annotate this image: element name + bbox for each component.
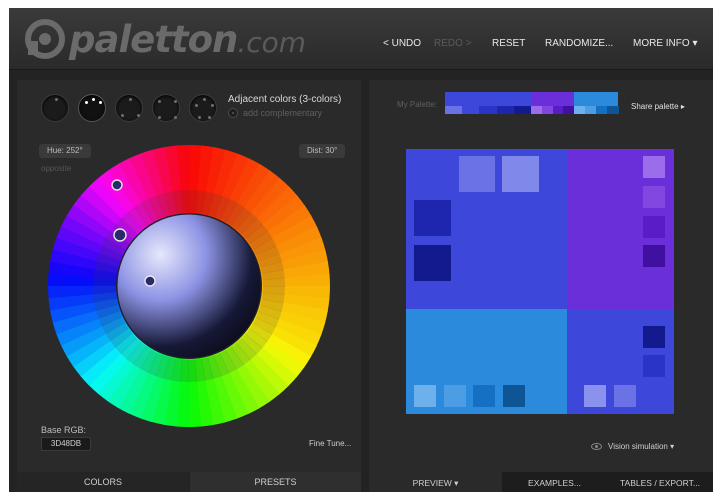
primary-small-dark-swatch[interactable]: [643, 355, 665, 377]
preview-panel: My Palette: Share palette ▸ Vision simul…: [369, 80, 713, 472]
add-complementary-toggle[interactable]: add complementary: [228, 108, 322, 118]
color-wheel[interactable]: [46, 143, 332, 429]
adjacent-scheme-icon[interactable]: [78, 94, 106, 122]
primary-small-medium-swatch[interactable]: [614, 385, 636, 407]
palette-shade-swatch[interactable]: [574, 106, 586, 114]
palette-shade-swatch[interactable]: [596, 106, 608, 114]
more-info-menu[interactable]: MORE INFO ▾: [633, 38, 697, 49]
randomize-button[interactable]: RANDOMIZE...: [545, 38, 613, 49]
secondary-1-dark-swatch[interactable]: [643, 216, 665, 238]
mini-palette[interactable]: [445, 92, 619, 114]
tab-presets[interactable]: PRESETS: [189, 472, 361, 492]
right-tabs: PREVIEW ▾ EXAMPLES... TABLES / EXPORT...: [369, 472, 713, 492]
free-style-scheme-icon[interactable]: [189, 94, 217, 122]
paletton-app: paletton .com < UNDO REDO > RESET RANDOM…: [9, 8, 713, 492]
share-palette-button[interactable]: Share palette ▸: [631, 102, 685, 111]
header-bar: paletton .com < UNDO REDO > RESET RANDOM…: [9, 8, 713, 70]
tab-preview[interactable]: PREVIEW ▾: [369, 472, 502, 492]
reset-button[interactable]: RESET: [492, 38, 525, 49]
secondary-2-medium-swatch[interactable]: [444, 385, 466, 407]
add-complementary-label: add complementary: [243, 108, 323, 118]
color-wheel-panel: Adjacent colors (3-colors) add complemen…: [17, 80, 361, 492]
secondary-2-darker-swatch[interactable]: [503, 385, 525, 407]
primary-hue-handle[interactable]: [113, 228, 127, 242]
palette-swatch[interactable]: [574, 92, 618, 106]
base-rgb-input[interactable]: 3D48DB: [41, 437, 91, 451]
palette-shade-swatch[interactable]: [552, 106, 564, 114]
undo-button[interactable]: < UNDO: [383, 38, 421, 49]
palette-swatch[interactable]: [531, 92, 574, 106]
fine-tune-button[interactable]: Fine Tune...: [309, 439, 351, 448]
redo-button[interactable]: REDO >: [434, 38, 472, 49]
secondary-1-darker-swatch[interactable]: [643, 245, 665, 267]
mono-scheme-icon[interactable]: [41, 94, 69, 122]
palette-swatch[interactable]: [445, 92, 531, 106]
vision-simulation-menu[interactable]: Vision simulation ▾: [591, 442, 674, 451]
palette-shade-swatch[interactable]: [607, 106, 619, 114]
palette-shade-swatch[interactable]: [479, 106, 498, 114]
tab-examples[interactable]: EXAMPLES...: [502, 472, 607, 492]
primary-lighter-swatch[interactable]: [502, 156, 539, 192]
palette-shade-swatch[interactable]: [513, 106, 532, 114]
palette-shade-swatch[interactable]: [445, 106, 463, 114]
base-rgb-label: Base RGB:: [41, 425, 87, 435]
top-navigation: < UNDO REDO > RESET RANDOMIZE... MORE IN…: [9, 38, 713, 52]
secondary-2-light-swatch[interactable]: [414, 385, 436, 407]
my-palette-label: My Palette:: [397, 100, 438, 109]
palette-shade-swatch[interactable]: [531, 106, 543, 114]
triad-scheme-icon[interactable]: [115, 94, 143, 122]
scheme-title: Adjacent colors (3-colors): [228, 94, 342, 105]
secondary-1-medium-swatch[interactable]: [643, 186, 665, 208]
palette-shade-swatch[interactable]: [462, 106, 480, 114]
primary-small-darker-swatch[interactable]: [643, 326, 665, 348]
secondary-1-light-swatch[interactable]: [643, 156, 665, 178]
palette-shade-swatch[interactable]: [541, 106, 553, 114]
saturation-disc[interactable]: [117, 214, 261, 358]
palette-preview: [406, 149, 674, 414]
eye-icon: [591, 443, 602, 450]
left-tabs: COLORS PRESETS: [17, 472, 361, 492]
primary-darker-swatch[interactable]: [414, 245, 451, 281]
palette-shade-swatch[interactable]: [563, 106, 575, 114]
primary-dark-swatch[interactable]: [414, 200, 451, 236]
primary-light-swatch[interactable]: [459, 156, 495, 192]
secondary-hue-handle-2[interactable]: [144, 275, 156, 287]
tetrad-scheme-icon[interactable]: [152, 94, 180, 122]
primary-small-light-swatch[interactable]: [584, 385, 606, 407]
palette-shade-swatch[interactable]: [585, 106, 597, 114]
secondary-hue-handle[interactable]: [111, 179, 123, 191]
tab-tables-export[interactable]: TABLES / EXPORT...: [607, 472, 713, 492]
radio-icon[interactable]: [228, 108, 238, 118]
secondary-2-dark-swatch[interactable]: [473, 385, 495, 407]
palette-shade-swatch[interactable]: [496, 106, 515, 114]
tab-colors[interactable]: COLORS: [17, 472, 189, 492]
vision-simulation-label: Vision simulation ▾: [608, 442, 675, 451]
